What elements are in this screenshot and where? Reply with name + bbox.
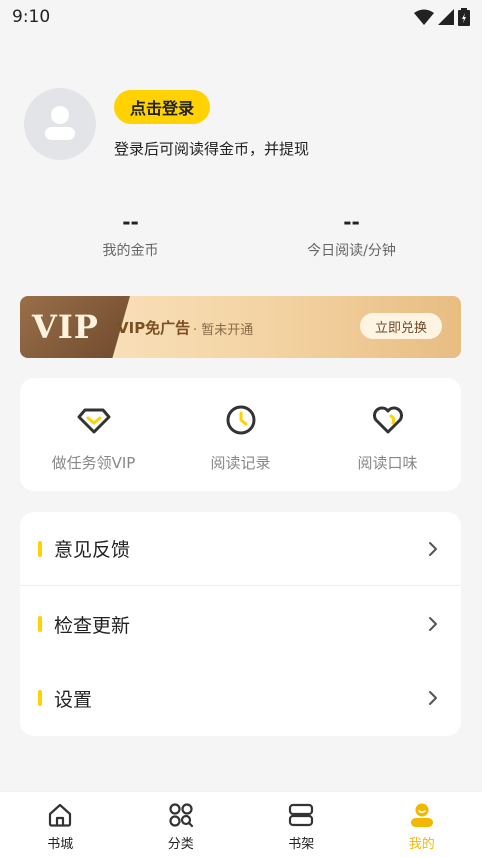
stat-label: 我的金币: [102, 243, 159, 259]
shortcut-label: 做任务领VIP: [51, 454, 136, 472]
menu-accent-bar: [38, 540, 42, 557]
diamond-check-icon: [77, 408, 110, 434]
stat-value: --: [122, 210, 139, 234]
menu-item-settings[interactable]: 设置: [20, 661, 461, 735]
menu-item-feedback[interactable]: 意见反馈: [20, 512, 461, 586]
nav-label: 书架: [288, 837, 315, 852]
shortcut-task-vip[interactable]: 做任务领VIP: [20, 378, 167, 491]
vip-logo: VIP: [20, 296, 130, 358]
nav-label: 分类: [167, 837, 194, 852]
menu-accent-bar: [38, 616, 42, 632]
category-icon: [169, 803, 193, 828]
menu-accent-bar: [38, 690, 42, 706]
login-hint: 登录后可阅读得金币，并提现: [114, 140, 310, 158]
stat-coins[interactable]: -- 我的金币: [20, 210, 241, 266]
status-time: 9:10: [12, 7, 51, 27]
shortcut-label: 阅读记录: [210, 454, 271, 472]
status-bar: 9:10: [0, 0, 482, 34]
nav-label: 我的: [408, 837, 435, 852]
profile-section: 点击登录 登录后可阅读得金币，并提现: [24, 88, 464, 168]
stats-row: -- 我的金币 -- 今日阅读/分钟: [20, 210, 462, 266]
menu-item-label: 意见反馈: [54, 539, 131, 561]
tab-bookshelf[interactable]: 书架: [241, 792, 362, 857]
wifi-icon: [414, 9, 434, 25]
bookshelf-icon: [289, 803, 314, 827]
clock-icon: [226, 405, 255, 435]
bottom-nav: 书城 分类 书架 我的: [0, 791, 482, 857]
shortcut-label: 阅读口味: [357, 454, 418, 472]
chevron-right-icon: [429, 691, 437, 705]
status-icons: [414, 8, 470, 26]
stat-label: 今日阅读/分钟: [307, 243, 396, 259]
tab-profile[interactable]: 我的: [362, 792, 482, 857]
menu-item-label: 设置: [54, 688, 93, 711]
shortcuts-card: 做任务领VIP 阅读记录 阅读口味: [20, 378, 461, 491]
menu-item-check-update[interactable]: 检查更新: [20, 587, 461, 661]
shortcut-reading-taste[interactable]: 阅读口味: [314, 378, 461, 491]
vip-banner[interactable]: VIP VIP免广告 · 暂未开通 立即兑换: [20, 296, 461, 358]
user-placeholder-icon: [45, 106, 75, 140]
redeem-button[interactable]: 立即兑换: [360, 313, 442, 339]
menu-item-label: 检查更新: [54, 614, 131, 637]
login-button[interactable]: 点击登录: [114, 90, 211, 124]
vip-title: VIP免广告: [117, 319, 191, 337]
chevron-right-icon: [429, 617, 437, 631]
stat-value: --: [343, 210, 360, 234]
profile-icon: [410, 803, 433, 827]
vip-logo-text: VIP: [32, 308, 99, 346]
signal-icon: [438, 9, 454, 25]
settings-menu: 意见反馈 检查更新 设置: [20, 512, 461, 736]
chevron-right-icon: [429, 542, 437, 556]
vip-status: · 暂未开通: [193, 323, 254, 338]
nav-label: 书城: [47, 837, 74, 852]
avatar[interactable]: [24, 88, 96, 160]
tab-category[interactable]: 分类: [121, 792, 242, 857]
tab-bookstore[interactable]: 书城: [0, 792, 121, 857]
battery-icon: [458, 8, 470, 26]
stat-reading-time[interactable]: -- 今日阅读/分钟: [241, 210, 462, 266]
heart-icon: [372, 406, 403, 434]
shortcut-reading-history[interactable]: 阅读记录: [167, 378, 314, 491]
home-icon: [49, 803, 72, 827]
